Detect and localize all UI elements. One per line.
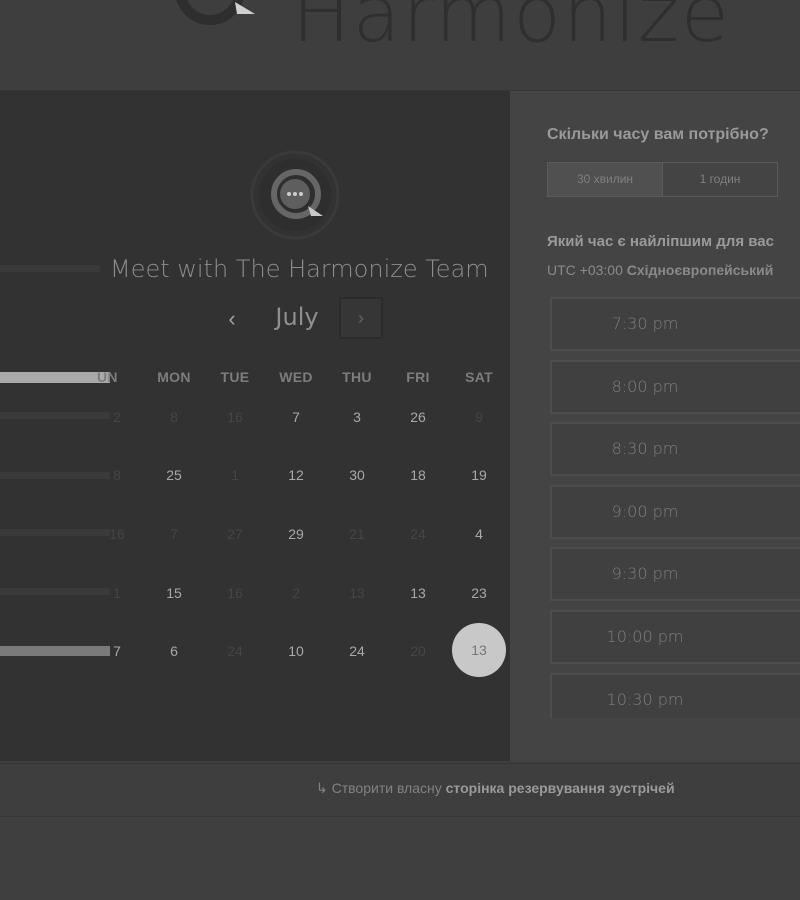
calendar-day[interactable]: 7 [92, 643, 142, 659]
calendar-day[interactable]: 23 [454, 585, 504, 601]
calendar-day[interactable]: 27 [210, 526, 260, 542]
calendar-day[interactable]: 24 [210, 643, 260, 659]
time-slot[interactable]: 10:00 pm [550, 610, 800, 664]
selected-day[interactable]: 13 [452, 623, 506, 677]
calendar-day[interactable]: 15 [149, 585, 199, 601]
calendar-day[interactable]: 20 [393, 643, 443, 659]
weekday-label: WED [279, 369, 313, 385]
calendar-day[interactable]: 9 [454, 409, 504, 425]
duration-option[interactable]: 1 годин [662, 162, 778, 197]
timezone-label: UTC +03:00 Східноєвропейський [547, 262, 774, 278]
prev-month-button[interactable]: ‹ [220, 305, 244, 333]
calendar-day[interactable]: 30 [332, 467, 382, 483]
calendar-day[interactable]: 25 [149, 467, 199, 483]
time-slot[interactable]: 9:00 pm [550, 484, 800, 539]
team-avatar-icon [250, 150, 340, 240]
next-month-button[interactable]: › [339, 297, 383, 339]
footer-prefix: Створити власну [331, 780, 446, 796]
calendar-day[interactable]: 16 [210, 585, 260, 601]
calendar-day[interactable]: 1 [92, 585, 142, 601]
calendar-day[interactable]: 16 [92, 526, 142, 542]
calendar-day[interactable]: 13 [393, 585, 443, 601]
calendar-day[interactable]: 29 [271, 526, 321, 542]
calendar-day[interactable]: 8 [149, 409, 199, 425]
logo-icon [176, 0, 255, 25]
logo-bar: Harmonize [0, 0, 800, 91]
calendar-day[interactable]: 10 [271, 643, 321, 659]
calendar-day[interactable]: 21 [332, 526, 382, 542]
weekday-label: THU [342, 369, 372, 385]
slot-fade [510, 718, 800, 761]
time-slot[interactable]: 7:30 pm [550, 297, 800, 351]
duration-question: Скільки часу вам потрібно? [547, 126, 769, 143]
calendar-day[interactable]: 16 [210, 409, 260, 425]
weekday-label: TUE [220, 369, 250, 385]
weekday-label: FRI [406, 369, 430, 385]
create-booking-page-link[interactable]: ↳ Створити власну сторінка резервування … [316, 780, 675, 797]
calendar-day[interactable]: 2 [92, 409, 142, 425]
weekday-label: SAT [465, 369, 493, 385]
arrow-icon: ↳ [316, 780, 328, 796]
time-question: Який час є найліпшим для вас [547, 233, 774, 250]
ghost-bar [0, 372, 110, 383]
calendar-day[interactable]: 12 [271, 467, 321, 483]
duration-option[interactable]: 30 хвилин [547, 162, 663, 197]
calendar-day[interactable]: 18 [393, 467, 443, 483]
time-slot[interactable]: 8:30 pm [550, 422, 800, 477]
calendar-day[interactable]: 3 [332, 409, 382, 425]
calendar-day[interactable]: 7 [149, 526, 199, 542]
calendar-day[interactable]: 8 [92, 467, 142, 483]
calendar-day[interactable]: 4 [454, 526, 504, 542]
time-slot[interactable]: 8:00 pm [550, 359, 800, 414]
calendar-day[interactable]: 26 [393, 409, 443, 425]
calendar-day[interactable]: 24 [332, 643, 382, 659]
calendar-day[interactable]: 19 [454, 467, 504, 483]
calendar-day[interactable]: 7 [271, 409, 321, 425]
calendar-day[interactable]: 2 [271, 585, 321, 601]
calendar-day[interactable]: 6 [149, 643, 199, 659]
weekday-label: MON [157, 369, 191, 385]
calendar-day[interactable]: 24 [393, 526, 443, 542]
logo-text: Harmonize [292, 0, 731, 60]
calendar-day[interactable]: 13 [332, 585, 382, 601]
ghost-bar [0, 265, 100, 272]
time-slot[interactable]: 9:30 pm [550, 547, 800, 602]
footer-bold: сторінка резервування зустрічей [445, 780, 675, 796]
team-title: Meet with The Harmonize Team [110, 255, 489, 283]
month-label: July [275, 303, 319, 331]
calendar-day[interactable]: 1 [210, 467, 260, 483]
